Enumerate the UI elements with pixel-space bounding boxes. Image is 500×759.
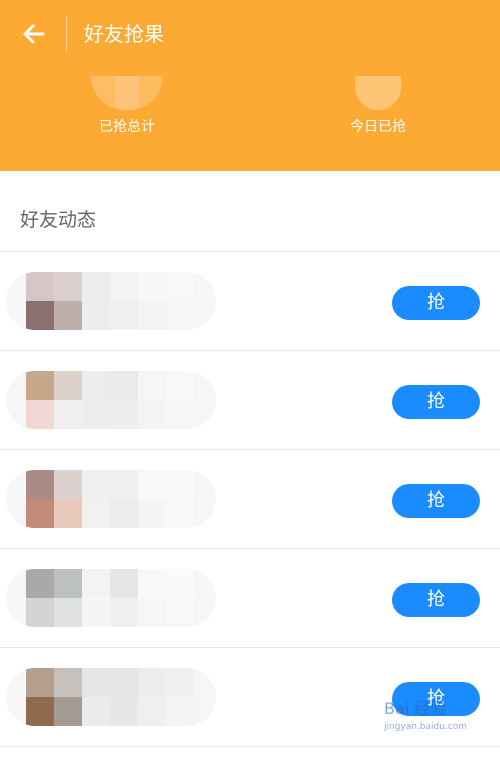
- blur-cell: [82, 569, 110, 598]
- blur-cell: [26, 371, 54, 400]
- blur-cell: [110, 400, 138, 429]
- list-item[interactable]: 抢: [0, 351, 500, 450]
- blur-cell: [110, 499, 138, 528]
- friend-list: 抢 抢 抢 抢 抢: [0, 252, 500, 747]
- blur-cell: [166, 499, 194, 528]
- stat-total-grabbed: 已抢总计: [57, 76, 197, 136]
- section-title: 好友动态: [20, 209, 97, 231]
- blur-cell: [110, 272, 138, 301]
- blur-cell: [82, 470, 110, 499]
- friend-info-blurred: [6, 470, 216, 528]
- blur-cell: [82, 499, 110, 528]
- stat-label: 已抢总计: [99, 119, 155, 135]
- blur-cell: [82, 598, 110, 627]
- friend-info-blurred: [6, 272, 216, 330]
- blur-block: [139, 76, 163, 110]
- blur-cell: [138, 598, 166, 627]
- blur-cell: [26, 470, 54, 499]
- blur-cell: [138, 499, 166, 528]
- blur-block: [91, 76, 115, 110]
- blur-cell: [110, 470, 138, 499]
- blur-cell: [26, 301, 54, 330]
- friend-info-blurred: [6, 668, 216, 726]
- blur-cell: [54, 499, 82, 528]
- blur-cell: [138, 569, 166, 598]
- blur-cell: [138, 371, 166, 400]
- blur-cell: [26, 499, 54, 528]
- blur-cell: [54, 400, 82, 429]
- blur-cell: [54, 598, 82, 627]
- blur-cell: [54, 272, 82, 301]
- stat-label: 今日已抢: [350, 119, 406, 135]
- blur-cell: [166, 697, 194, 726]
- top-bar: 好友抢果: [0, 0, 500, 68]
- blur-cell: [54, 301, 82, 330]
- blur-block: [355, 76, 401, 110]
- grab-button[interactable]: 抢: [392, 484, 480, 518]
- blur-cell: [26, 598, 54, 627]
- blur-cell: [54, 569, 82, 598]
- blur-cell: [26, 272, 54, 301]
- friend-info-blurred: [6, 569, 216, 627]
- blur-cell: [82, 371, 110, 400]
- blur-cell: [110, 301, 138, 330]
- blur-cell: [54, 371, 82, 400]
- grab-button[interactable]: 抢: [392, 385, 480, 419]
- blur-cell: [166, 668, 194, 697]
- blur-cell: [110, 668, 138, 697]
- stat-value-blurred: [91, 76, 163, 110]
- blur-cell: [110, 371, 138, 400]
- stat-today-grabbed: 今日已抢: [308, 76, 448, 136]
- blur-cell: [82, 400, 110, 429]
- page-title: 好友抢果: [84, 22, 164, 46]
- blur-cell: [82, 697, 110, 726]
- blur-cell: [138, 697, 166, 726]
- blur-block: [115, 76, 139, 110]
- blur-cell: [166, 598, 194, 627]
- blur-cell: [110, 569, 138, 598]
- list-item[interactable]: 抢: [0, 549, 500, 648]
- title-divider: [66, 16, 67, 52]
- blur-cell: [138, 272, 166, 301]
- watermark-text: Bai 经验: [384, 699, 447, 718]
- back-button[interactable]: [12, 14, 56, 54]
- baidu-jingyan-watermark: Bai 经验 jingyan.baidu.com: [384, 700, 494, 750]
- blur-cell: [82, 668, 110, 697]
- blur-cell: [166, 301, 194, 330]
- list-item[interactable]: 抢: [0, 252, 500, 351]
- blur-cell: [110, 598, 138, 627]
- blur-cell: [54, 697, 82, 726]
- blur-cell: [138, 400, 166, 429]
- blur-cell: [26, 400, 54, 429]
- arrow-left-icon: [23, 24, 45, 44]
- blur-cell: [26, 668, 54, 697]
- stat-value-blurred: [355, 76, 401, 110]
- watermark-url: jingyan.baidu.com: [384, 722, 468, 732]
- blur-cell: [110, 697, 138, 726]
- blur-cell: [138, 301, 166, 330]
- header: 好友抢果 已抢总计 今日已抢: [0, 0, 500, 171]
- grab-button[interactable]: 抢: [392, 286, 480, 320]
- blur-cell: [166, 272, 194, 301]
- blur-cell: [82, 301, 110, 330]
- blur-cell: [138, 470, 166, 499]
- blur-cell: [54, 470, 82, 499]
- blur-cell: [26, 697, 54, 726]
- grab-button[interactable]: 抢: [392, 583, 480, 617]
- blur-cell: [138, 668, 166, 697]
- blur-cell: [166, 470, 194, 499]
- blur-cell: [166, 371, 194, 400]
- blur-cell: [166, 569, 194, 598]
- list-item[interactable]: 抢: [0, 450, 500, 549]
- blur-cell: [26, 569, 54, 598]
- blur-cell: [54, 668, 82, 697]
- friend-info-blurred: [6, 371, 216, 429]
- blur-cell: [166, 400, 194, 429]
- blur-cell: [82, 272, 110, 301]
